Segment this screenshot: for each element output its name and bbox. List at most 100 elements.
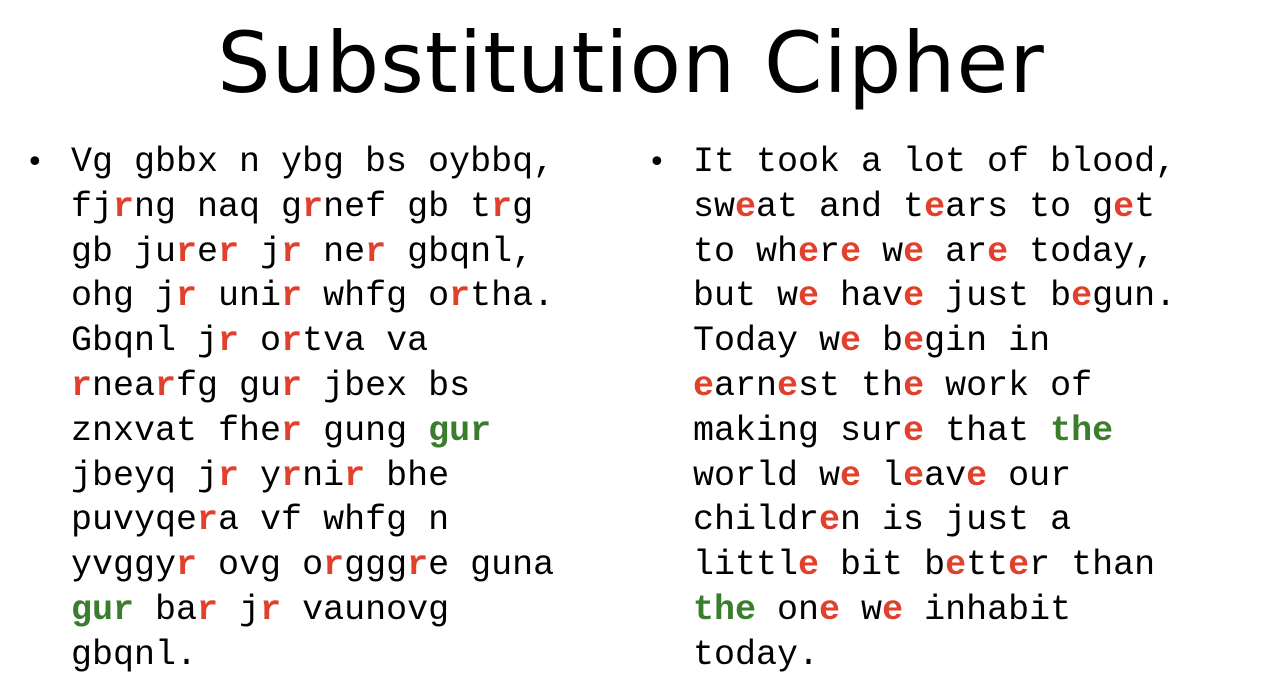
highlighted-letter: e [819,500,841,541]
text-segment: bhe [365,455,450,496]
text-segment: bit b [819,545,946,586]
highlighted-letter: r [407,545,429,586]
highlighted-letter: e [903,321,925,362]
text-segment: world w [693,455,841,496]
text-segment: ng naq g [134,186,303,227]
text-segment: just b [924,276,1072,317]
text-segment: tt [966,545,1009,586]
highlighted-letter: e [777,365,799,406]
ciphertext-line: yvggyr ovg orgggre guna [71,543,554,588]
highlighted-letter: e [903,231,925,272]
ciphertext-line: Vg gbbx n ybg bs oybbq, [71,140,554,185]
text-segment: puvyqe [71,500,198,541]
text-segment: r than [1029,545,1156,586]
text-segment: gbqnl. [71,634,198,675]
text-segment: tha. [470,276,555,317]
text-segment: st th [798,365,904,406]
highlighted-letter: r [281,455,303,496]
highlighted-letter: r [176,276,198,317]
highlighted-letter: r [491,186,513,227]
highlighted-letter: e [1113,186,1135,227]
highlighted-word: gur [428,410,492,451]
text-segment: fj [71,186,114,227]
highlighted-letter: r [281,365,303,406]
highlighted-letter: e [903,410,925,451]
highlighted-letter: e [798,231,820,272]
text-segment: y [239,455,282,496]
highlighted-letter: r [281,321,303,362]
text-segment: hav [819,276,904,317]
text-segment: vaunovg [281,589,450,630]
text-segment: today. [693,634,820,675]
highlighted-letter: r [281,276,303,317]
ciphertext-line: gur bar jr vaunovg [71,588,554,633]
plaintext-line: sweat and tears to get [693,185,1176,230]
highlighted-letter: e [798,545,820,586]
plaintext-block: It took a lot of blood, sweat and tears t… [693,140,1176,678]
highlighted-letter: r [260,589,282,630]
ciphertext-line: fjrng naq grnef gb trg [71,185,554,230]
highlighted-letter: r [197,589,219,630]
highlighted-letter: r [71,365,93,406]
text-segment: ars to g [945,186,1114,227]
text-segment: gb ju [71,231,177,272]
text-segment: j [239,231,282,272]
plaintext-line: It took a lot of blood, [693,140,1176,185]
text-segment: w [861,231,904,272]
text-segment: gbqnl, [386,231,534,272]
plaintext-line: today. [693,633,1176,678]
highlighted-letter: e [735,186,757,227]
text-segment: on [756,589,820,630]
plaintext-line: to where we are today, [693,230,1176,275]
text-segment: uni [197,276,282,317]
text-segment: o [239,321,282,362]
plaintext-line: Today we begin in [693,319,1176,364]
text-segment: jbex bs [302,365,471,406]
ciphertext-line: gb jurer jr ner gbqnl, [71,230,554,275]
plaintext-line: little bit better than [693,543,1176,588]
plaintext-line: world we leave our [693,454,1176,499]
text-segment: av [924,455,967,496]
text-segment: yvggy [71,545,177,586]
plaintext-line: but we have just begun. [693,274,1176,319]
highlighted-letter: e [903,365,925,406]
text-segment: znxvat fhe [71,410,282,451]
text-segment: fg gu [176,365,282,406]
highlighted-letter: e [693,365,715,406]
text-segment: e [197,231,219,272]
highlighted-letter: r [197,500,219,541]
text-segment: inhabit [903,589,1072,630]
text-segment: ba [134,589,198,630]
highlighted-letter: e [882,589,904,630]
text-segment: l [861,455,904,496]
ciphertext-line: Gbqnl jr ortva va [71,319,554,364]
text-segment: a vf whfg n [218,500,450,541]
text-segment: g [512,186,534,227]
highlighted-letter: e [840,455,862,496]
text-segment: Vg gbbx n ybg bs oybbq, [71,142,555,182]
plaintext-line: earnest the work of [693,364,1176,409]
highlighted-letter: e [903,455,925,496]
highlighted-letter: r [281,410,303,451]
highlighted-word: the [1050,410,1114,451]
ciphertext-line: ohg jr unir whfg ortha. [71,274,554,319]
text-segment: ne [302,231,366,272]
text-segment: ni [302,455,345,496]
text-segment: ggg [344,545,408,586]
text-segment: gin in [924,321,1051,362]
highlighted-word: the [693,589,757,630]
highlighted-letter: r [176,545,198,586]
text-segment: e guna [428,545,555,586]
text-segment: b [861,321,904,362]
highlighted-letter: r [344,455,366,496]
ciphertext-line: znxvat fher gung gur [71,409,554,454]
text-segment: making sur [693,410,904,451]
text-segment: r [819,231,841,272]
text-segment: littl [693,545,799,586]
text-segment: ar [924,231,988,272]
text-segment: sw [693,186,736,227]
text-segment: jbeyq j [71,455,219,496]
highlighted-letter: e [840,231,862,272]
text-segment: t [1134,186,1156,227]
text-segment: gung [302,410,429,451]
